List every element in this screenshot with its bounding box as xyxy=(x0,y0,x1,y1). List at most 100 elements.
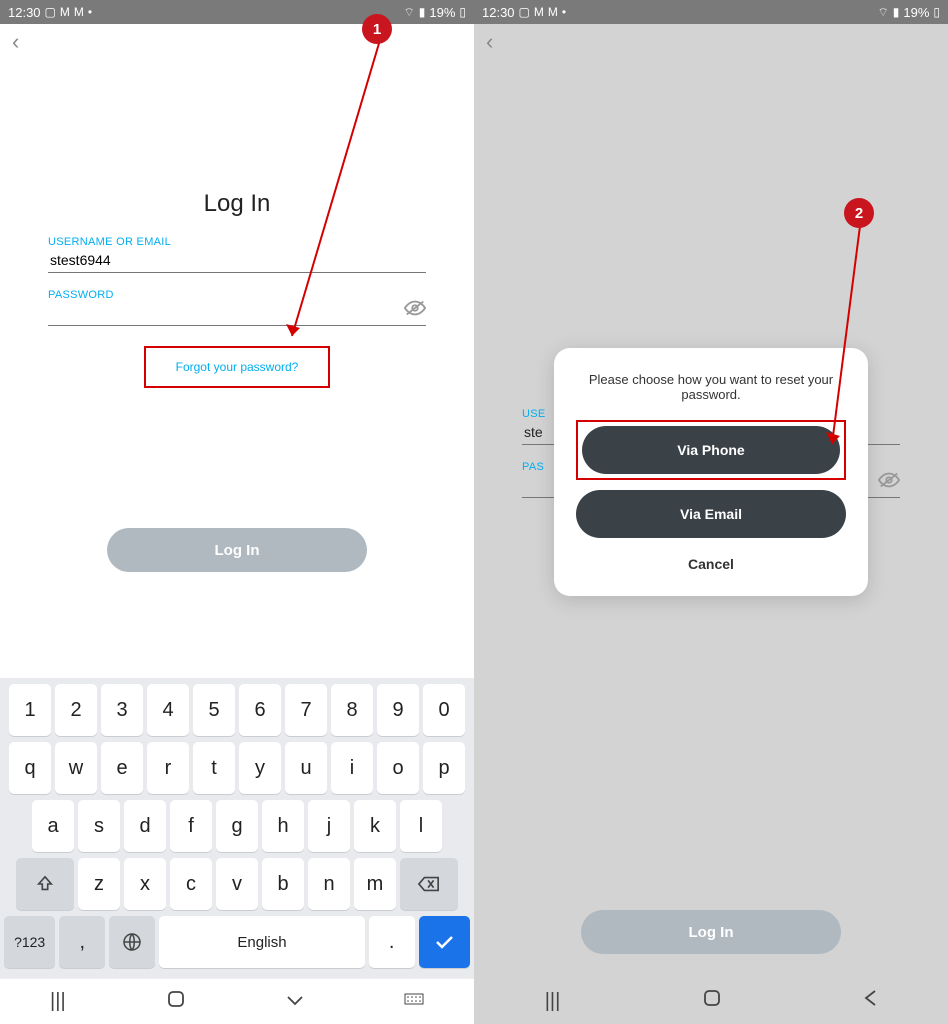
key-language[interactable] xyxy=(109,916,155,968)
login-button[interactable]: Log In xyxy=(107,528,367,572)
header-row: ‹ xyxy=(474,24,948,60)
key-8[interactable]: 8 xyxy=(331,684,373,736)
nav-keyboard-icon[interactable] xyxy=(404,993,424,1010)
key-i[interactable]: i xyxy=(331,742,373,794)
keyboard-row-3: a s d f g h j k l xyxy=(4,800,470,852)
key-w[interactable]: w xyxy=(55,742,97,794)
keyboard-row-4: z x c v b n m xyxy=(4,858,470,910)
key-3[interactable]: 3 xyxy=(101,684,143,736)
password-label: PASSWORD xyxy=(48,289,426,301)
nav-back-icon[interactable] xyxy=(863,989,877,1013)
key-n[interactable]: n xyxy=(308,858,350,910)
key-u[interactable]: u xyxy=(285,742,327,794)
status-battery: 19% xyxy=(903,5,929,20)
via-phone-button[interactable]: Via Phone xyxy=(582,426,840,474)
username-input[interactable] xyxy=(48,248,426,273)
more-icon: • xyxy=(562,5,566,19)
modal-message: Please choose how you want to reset your… xyxy=(576,372,846,402)
gallery-icon: ▢ xyxy=(45,5,56,19)
username-label: USERNAME OR EMAIL xyxy=(48,236,426,248)
keyboard: 1 2 3 4 5 6 7 8 9 0 q w e r t y u i o p … xyxy=(0,678,474,978)
via-phone-highlight: Via Phone xyxy=(576,420,846,480)
key-backspace[interactable] xyxy=(400,858,458,910)
key-a[interactable]: a xyxy=(32,800,74,852)
key-f[interactable]: f xyxy=(170,800,212,852)
key-9[interactable]: 9 xyxy=(377,684,419,736)
system-nav-bar: ||| xyxy=(474,978,948,1024)
status-time: 12:30 xyxy=(8,5,41,20)
battery-icon: ▯ xyxy=(933,5,940,19)
more-icon: • xyxy=(88,5,92,19)
annotation-marker-1: 1 xyxy=(362,14,392,44)
signal-icon: ▮ xyxy=(419,5,426,19)
status-bar: 12:30 ▢ M M • ⌔ ▮ 19% ▯ xyxy=(0,0,474,24)
battery-icon: ▯ xyxy=(459,5,466,19)
key-s[interactable]: s xyxy=(78,800,120,852)
key-shift[interactable] xyxy=(16,858,74,910)
gmail-icon: M xyxy=(548,5,558,19)
nav-hide-keyboard-icon[interactable] xyxy=(286,990,304,1013)
login-button[interactable]: Log In xyxy=(581,910,841,954)
key-2[interactable]: 2 xyxy=(55,684,97,736)
nav-recents-icon[interactable]: ||| xyxy=(545,990,561,1013)
eye-off-icon[interactable] xyxy=(404,299,426,322)
via-email-button[interactable]: Via Email xyxy=(576,490,846,538)
key-period[interactable]: . xyxy=(369,916,415,968)
signal-icon: ▮ xyxy=(893,5,900,19)
key-d[interactable]: d xyxy=(124,800,166,852)
backspace-icon xyxy=(418,876,440,892)
key-g[interactable]: g xyxy=(216,800,258,852)
key-r[interactable]: r xyxy=(147,742,189,794)
key-v[interactable]: v xyxy=(216,858,258,910)
back-icon[interactable]: ‹ xyxy=(486,29,493,55)
key-5[interactable]: 5 xyxy=(193,684,235,736)
gmail-icon: M xyxy=(60,5,70,19)
key-c[interactable]: c xyxy=(170,858,212,910)
key-z[interactable]: z xyxy=(78,858,120,910)
key-0[interactable]: 0 xyxy=(423,684,465,736)
nav-home-icon[interactable] xyxy=(166,989,186,1015)
back-icon[interactable]: ‹ xyxy=(12,29,19,55)
key-7[interactable]: 7 xyxy=(285,684,327,736)
key-comma[interactable]: , xyxy=(59,916,105,968)
header-row: ‹ xyxy=(0,24,474,60)
key-6[interactable]: 6 xyxy=(239,684,281,736)
key-symbols[interactable]: ?123 xyxy=(4,916,55,968)
gallery-icon: ▢ xyxy=(519,5,530,19)
login-form: Log In USERNAME OR EMAIL PASSWORD Forgot… xyxy=(0,60,474,572)
key-space[interactable]: English xyxy=(159,916,364,968)
globe-icon xyxy=(122,932,142,952)
cancel-button[interactable]: Cancel xyxy=(576,556,846,572)
key-p[interactable]: p xyxy=(423,742,465,794)
system-nav-bar: ||| xyxy=(0,978,474,1024)
status-time: 12:30 xyxy=(482,5,515,20)
key-x[interactable]: x xyxy=(124,858,166,910)
key-1[interactable]: 1 xyxy=(9,684,51,736)
key-l[interactable]: l xyxy=(400,800,442,852)
key-q[interactable]: q xyxy=(9,742,51,794)
gmail-icon: M xyxy=(74,5,84,19)
phone-screen-login: 1 12:30 ▢ M M • ⌔ ▮ 19% ▯ ‹ Log In USERN… xyxy=(0,0,474,1024)
key-b[interactable]: b xyxy=(262,858,304,910)
key-m[interactable]: m xyxy=(354,858,396,910)
key-t[interactable]: t xyxy=(193,742,235,794)
nav-home-icon[interactable] xyxy=(702,988,722,1014)
password-input[interactable] xyxy=(48,301,426,326)
key-o[interactable]: o xyxy=(377,742,419,794)
key-k[interactable]: k xyxy=(354,800,396,852)
key-e[interactable]: e xyxy=(101,742,143,794)
page-title: Log In xyxy=(48,190,426,218)
keyboard-row-5: ?123 , English . xyxy=(4,916,470,968)
key-j[interactable]: j xyxy=(308,800,350,852)
forgot-password-link[interactable]: Forgot your password? xyxy=(144,346,331,388)
phone-screen-reset-modal: 2 12:30 ▢ M M • ⌔ ▮ 19% ▯ ‹ USE PAS xyxy=(474,0,948,1024)
key-h[interactable]: h xyxy=(262,800,304,852)
annotation-marker-2: 2 xyxy=(844,198,874,228)
key-y[interactable]: y xyxy=(239,742,281,794)
key-4[interactable]: 4 xyxy=(147,684,189,736)
key-enter[interactable] xyxy=(419,916,470,968)
nav-recents-icon[interactable]: ||| xyxy=(50,990,66,1013)
wifi-icon: ⌔ xyxy=(403,5,414,20)
keyboard-row-2: q w e r t y u i o p xyxy=(4,742,470,794)
eye-off-icon xyxy=(878,471,900,494)
